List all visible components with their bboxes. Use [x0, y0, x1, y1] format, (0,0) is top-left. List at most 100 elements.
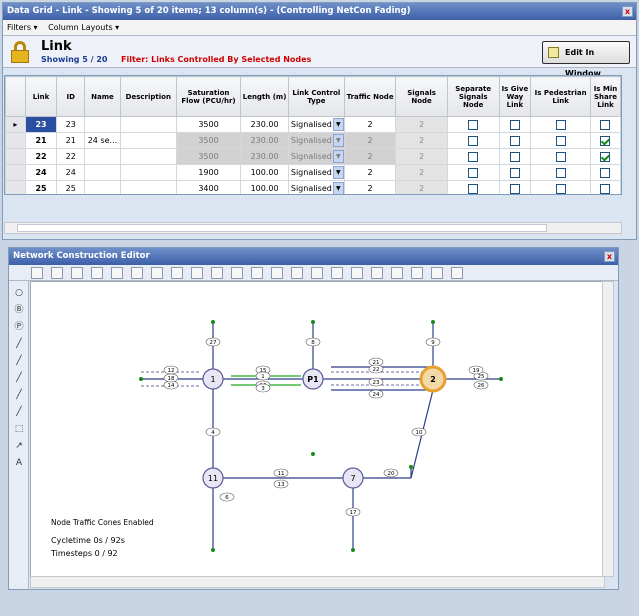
sep-checkbox-cell[interactable]: [446, 164, 500, 181]
saturation-flow-cell[interactable]: 3500: [175, 148, 242, 165]
description-cell[interactable]: [119, 164, 177, 181]
zoom-fit-icon[interactable]: [191, 267, 203, 279]
link-label[interactable]: 19: [468, 365, 484, 375]
grid-horizontal-scrollbar[interactable]: [4, 222, 622, 234]
grid-scroll-thumb[interactable]: [17, 224, 547, 232]
refresh-icon[interactable]: [211, 267, 223, 279]
giveway-checkbox-cell[interactable]: [498, 148, 532, 165]
filters-menu[interactable]: Filters ▾: [7, 23, 38, 32]
table-row[interactable]: 24 24 1900 100.00 Signalised ▼ 2 2: [5, 164, 621, 181]
select-icon[interactable]: [31, 267, 43, 279]
column-header[interactable]: Traffic Node: [343, 76, 397, 117]
column-header[interactable]: Link: [24, 76, 58, 117]
column-layouts-menu[interactable]: Column Layouts ▾: [48, 23, 119, 32]
p-node-tool-icon[interactable]: Ⓟ: [13, 321, 25, 333]
ped-checkbox-cell[interactable]: [530, 116, 591, 133]
name-cell[interactable]: [84, 164, 121, 181]
node-p1[interactable]: P1: [302, 368, 324, 390]
column-header[interactable]: Separate Signals Node: [446, 76, 500, 117]
giveway-checkbox-cell[interactable]: [498, 164, 532, 181]
data-grid-close-button[interactable]: x: [622, 6, 633, 17]
link-label[interactable]: 17: [345, 507, 361, 517]
hand-icon[interactable]: [151, 267, 163, 279]
length-cell[interactable]: 100.00: [240, 164, 289, 181]
link-label[interactable]: 6: [219, 492, 235, 502]
grid-dots-icon[interactable]: [411, 267, 423, 279]
link-label[interactable]: 27: [205, 337, 221, 347]
id-cell[interactable]: 25: [56, 180, 86, 194]
link-control-type-cell[interactable]: Signalised ▼: [287, 180, 345, 194]
column-header[interactable]: Description: [119, 76, 177, 117]
link-control-type-cell[interactable]: Signalised ▼: [287, 116, 345, 133]
road-icon[interactable]: [271, 267, 283, 279]
link-label[interactable]: 22: [368, 364, 384, 374]
green-link-tool-icon[interactable]: ╱: [13, 355, 25, 367]
pan-icon[interactable]: [51, 267, 63, 279]
purple-link-tool-icon[interactable]: ╱: [13, 406, 25, 418]
minshare-checkbox-cell[interactable]: [589, 132, 621, 149]
link-label[interactable]: 3: [255, 383, 271, 393]
network-editor-titlebar[interactable]: Network Construction Editor x: [9, 248, 618, 265]
column-header[interactable]: Is Pedestrian Link: [530, 76, 591, 117]
checkbox[interactable]: [468, 119, 479, 130]
id-cell[interactable]: 21: [56, 132, 86, 149]
description-cell[interactable]: [119, 116, 177, 133]
id-cell[interactable]: 23: [56, 116, 86, 133]
column-header[interactable]: Saturation Flow (PCU/hr): [175, 76, 242, 117]
link-control-type-cell[interactable]: Signalised ▼: [287, 132, 345, 149]
checkbox[interactable]: [509, 119, 520, 130]
checkbox[interactable]: [555, 135, 566, 146]
column-header[interactable]: Is Give Way Link: [498, 76, 532, 117]
dropdown-arrow-icon[interactable]: ▼: [332, 134, 344, 147]
link-cell[interactable]: 23: [24, 116, 58, 133]
ped-checkbox-cell[interactable]: [530, 180, 591, 194]
length-cell[interactable]: 230.00: [240, 148, 289, 165]
saturation-flow-cell[interactable]: 3400: [175, 180, 242, 194]
link-label[interactable]: 8: [305, 337, 321, 347]
link-cell[interactable]: 22: [24, 148, 58, 165]
dropdown-arrow-icon[interactable]: ▼: [332, 118, 344, 131]
name-cell[interactable]: [84, 180, 121, 194]
name-cell[interactable]: 24 se...: [84, 132, 121, 149]
canvas-vertical-scrollbar[interactable]: [602, 281, 614, 577]
row-selector[interactable]: [5, 164, 26, 181]
table-row[interactable]: ▸ 23 23 3500 230.00 Signalised ▼ 2 2: [5, 116, 621, 133]
id-cell[interactable]: 22: [56, 148, 86, 165]
sep-checkbox-cell[interactable]: [446, 132, 500, 149]
checkbox[interactable]: [555, 119, 566, 130]
region-tool-icon[interactable]: ⬚: [13, 423, 25, 435]
description-cell[interactable]: [119, 180, 177, 194]
link-label[interactable]: 12: [163, 365, 179, 375]
checkbox[interactable]: [468, 151, 479, 162]
link-label[interactable]: 11: [273, 468, 289, 478]
checkbox[interactable]: [600, 119, 611, 130]
link-cell[interactable]: 24: [24, 164, 58, 181]
id-cell[interactable]: 24: [56, 164, 86, 181]
checkbox[interactable]: [555, 167, 566, 178]
pen-icon[interactable]: [431, 267, 443, 279]
ped-checkbox-cell[interactable]: [530, 148, 591, 165]
minshare-checkbox-cell[interactable]: [589, 116, 621, 133]
link-label[interactable]: 4: [205, 427, 221, 437]
length-cell[interactable]: 100.00: [240, 180, 289, 194]
ped-checkbox-cell[interactable]: [530, 132, 591, 149]
filter-icon[interactable]: [351, 267, 363, 279]
checkbox[interactable]: [468, 183, 479, 194]
length-cell[interactable]: 230.00: [240, 132, 289, 149]
link-label[interactable]: 13: [273, 479, 289, 489]
checkbox[interactable]: [555, 183, 566, 194]
minshare-checkbox-cell[interactable]: [589, 148, 621, 165]
giveway-checkbox-cell[interactable]: [498, 132, 532, 149]
b-node-tool-icon[interactable]: Ⓑ: [13, 304, 25, 316]
link-label[interactable]: 1: [255, 371, 271, 381]
ped-checkbox-cell[interactable]: [530, 164, 591, 181]
link-label[interactable]: 24: [368, 389, 384, 399]
network-diagram[interactable]: 1 P1 2 11 7 1214151321222324252627468 91…: [31, 282, 605, 577]
zoom-icon[interactable]: [171, 267, 183, 279]
network-editor-close-button[interactable]: x: [604, 251, 615, 262]
link-control-type-cell[interactable]: Signalised ▼: [287, 148, 345, 165]
saturation-flow-cell[interactable]: 1900: [175, 164, 242, 181]
column-header[interactable]: Name: [84, 76, 121, 117]
checkbox[interactable]: [600, 135, 611, 146]
traffic-node-cell[interactable]: 2: [343, 180, 397, 194]
